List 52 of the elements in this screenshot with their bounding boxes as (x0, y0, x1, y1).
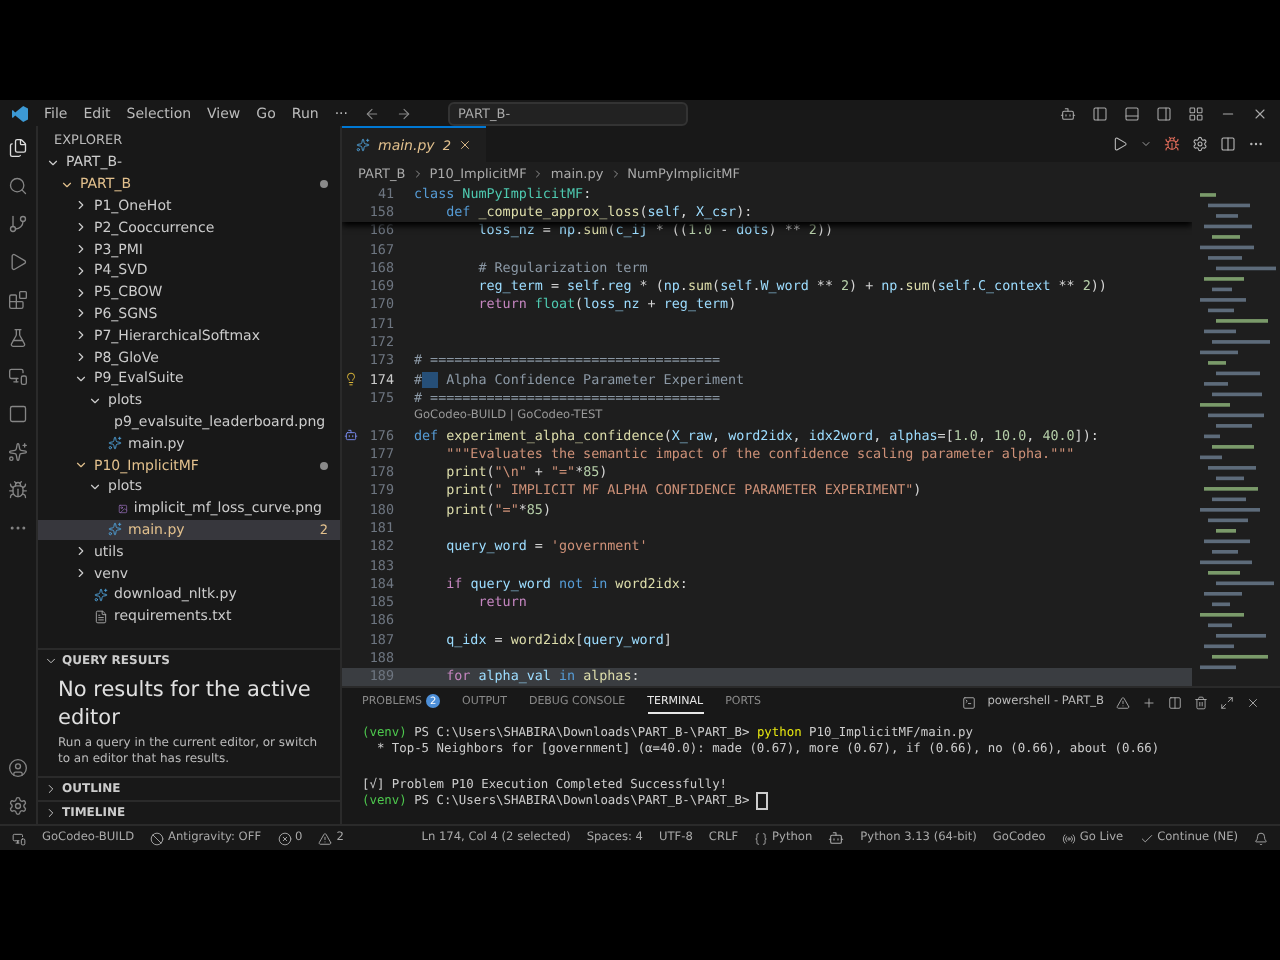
lightbulb-icon (344, 372, 358, 387)
back-arrow-icon (364, 105, 381, 121)
settings-icon (8, 796, 28, 816)
split-editor-icon (1220, 136, 1236, 152)
remote-icon (8, 366, 28, 386)
layout-icon (1156, 105, 1172, 121)
close-icon (1246, 695, 1260, 709)
empty-state-heading: No results for the active editor (58, 678, 313, 733)
chevron-icon (411, 167, 424, 179)
image-file-icon (117, 501, 128, 516)
check-icon (1139, 831, 1154, 845)
run-icon (8, 252, 28, 272)
search-icon (8, 176, 28, 196)
braces-icon (754, 831, 769, 845)
chevron-icon (609, 167, 622, 179)
warning-icon (1116, 695, 1130, 709)
chevron-icon (44, 654, 58, 669)
blocked-icon (150, 831, 165, 845)
bug-icon (1164, 136, 1180, 152)
layout-icon (1188, 105, 1204, 121)
flask-icon (8, 328, 28, 348)
run-icon (1112, 136, 1128, 152)
account-icon (8, 758, 28, 778)
text-file-icon (94, 609, 108, 624)
forward-arrow-icon (396, 105, 413, 121)
split-icon (1168, 695, 1182, 709)
maximize-icon (1220, 695, 1234, 709)
remote-icon (12, 831, 26, 845)
panel-icon (8, 404, 28, 424)
terminal-icon (961, 695, 976, 709)
broadcast-icon (1061, 831, 1076, 845)
error-icon (277, 831, 292, 845)
chevron-icon (532, 167, 545, 179)
modified-dot (320, 461, 328, 470)
extensions-icon (8, 290, 28, 310)
debug-icon (8, 480, 28, 500)
layout-icon (1124, 105, 1140, 121)
text-selection (422, 371, 439, 388)
warning-icon (318, 831, 333, 845)
add-icon (1142, 695, 1156, 709)
layout-icon (1092, 105, 1108, 121)
gear-icon (1192, 136, 1208, 152)
bell-icon (1254, 831, 1268, 845)
trash-icon (1194, 695, 1208, 709)
app-logo-icon (12, 105, 28, 121)
files-icon (8, 138, 28, 158)
close-icon (1252, 105, 1268, 121)
agent-icon (344, 428, 358, 442)
close-icon (458, 138, 473, 152)
chevron-icon (1140, 138, 1152, 150)
modified-dot (320, 180, 328, 189)
branch-icon (8, 214, 28, 234)
